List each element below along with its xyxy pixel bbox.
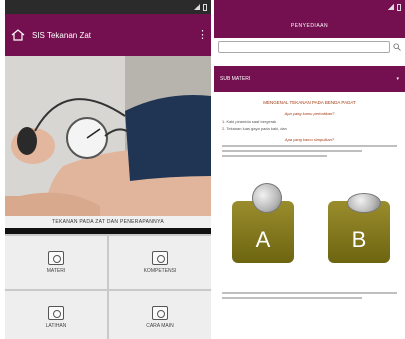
more-vert-icon[interactable]: ⋮ bbox=[197, 29, 208, 41]
photo-caption: TEKANAN PADA ZAT DAN PENERAPANNYA bbox=[5, 216, 211, 228]
cube-label-b: B bbox=[351, 227, 367, 252]
text-line bbox=[222, 292, 397, 294]
text-line bbox=[222, 145, 397, 147]
tile-label: KOMPETENSI bbox=[143, 268, 177, 274]
latihan-icon bbox=[48, 306, 64, 320]
text-line bbox=[222, 155, 327, 157]
app-title: SIS Tekanan Zat bbox=[32, 30, 91, 40]
search-input[interactable] bbox=[218, 41, 390, 53]
kompetensi-icon bbox=[152, 251, 168, 265]
tile-label: LATIHAN bbox=[45, 323, 67, 329]
signal-icon bbox=[388, 4, 394, 10]
blood-pressure-illustration bbox=[5, 56, 211, 216]
list-item: 2. Tekanan luas gaya pada kaki, dan bbox=[222, 126, 287, 131]
question-1: Apa yang kamu perhatikan? bbox=[284, 111, 335, 116]
home-screen: SIS Tekanan Zat ⋮ TEKANAN PADA ZAT DAN P… bbox=[5, 0, 211, 339]
coin-b-icon bbox=[347, 193, 381, 213]
article-heading: MENGENAL TEKANAN PADA BENDA PADAT bbox=[263, 100, 356, 105]
status-bar bbox=[214, 0, 405, 14]
tile-kompetensi[interactable]: KOMPETENSI bbox=[109, 236, 211, 289]
screen-title: PENYEDIAAN bbox=[214, 14, 405, 38]
help-icon bbox=[152, 306, 168, 320]
submenu-label: SUB MATERI bbox=[220, 76, 251, 82]
signal-icon bbox=[194, 4, 200, 10]
battery-icon bbox=[203, 3, 207, 11]
tile-cara-main[interactable]: CARA MAIN bbox=[109, 291, 211, 339]
hero-photo bbox=[5, 56, 211, 216]
chevron-down-icon: ▾ bbox=[396, 76, 399, 82]
text-line bbox=[222, 297, 362, 299]
tile-label: MATERI bbox=[46, 268, 66, 274]
battery-icon bbox=[397, 3, 401, 11]
app-bar: SIS Tekanan Zat ⋮ bbox=[5, 14, 211, 56]
tile-materi[interactable]: MATERI bbox=[5, 236, 107, 289]
article-footer bbox=[214, 285, 405, 306]
coin-cube-illustration: A B bbox=[222, 171, 397, 281]
list-item: 1. Kaki piramida saat bergerak bbox=[222, 119, 277, 124]
text-line bbox=[222, 150, 362, 152]
tile-label: CARA MAIN bbox=[146, 323, 174, 329]
tile-latihan[interactable]: LATIHAN bbox=[5, 291, 107, 339]
article: MENGENAL TEKANAN PADA BENDA PADAT Apa ya… bbox=[214, 92, 405, 285]
materi-icon bbox=[48, 251, 64, 265]
question-2: Apa yang kamu simpulkan? bbox=[284, 137, 335, 142]
search-row bbox=[214, 38, 405, 56]
home-icon[interactable] bbox=[11, 29, 25, 41]
status-bar bbox=[5, 0, 211, 14]
material-screen: PENYEDIAAN SUB MATERI ▾ MENGENAL TEKANAN… bbox=[214, 0, 405, 339]
menu-grid: MATERI KOMPETENSI LATIHAN CARA MAIN bbox=[5, 234, 211, 339]
cube-label-a: A bbox=[255, 227, 271, 252]
submenu-bar[interactable]: SUB MATERI ▾ bbox=[214, 66, 405, 92]
search-icon[interactable] bbox=[393, 43, 401, 51]
